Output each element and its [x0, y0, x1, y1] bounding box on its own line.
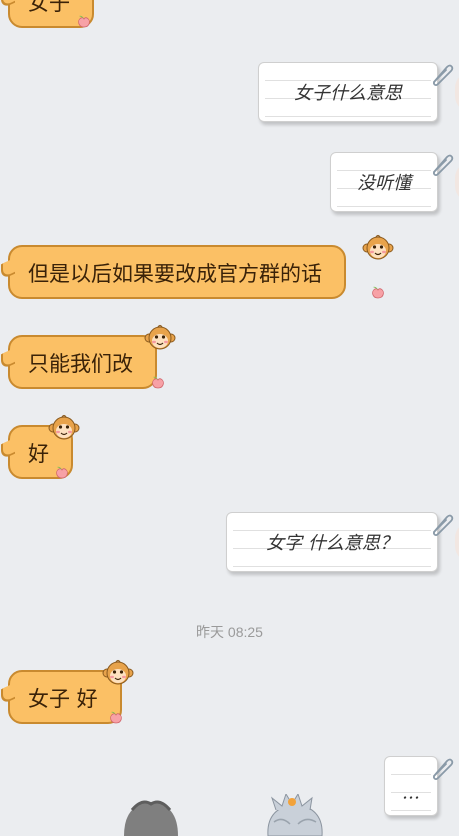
paperclip-icon	[428, 62, 454, 88]
outgoing-bubble[interactable]: 女字 什么意思？	[226, 512, 438, 572]
paperclip-icon	[428, 756, 454, 782]
message-text: 只能我们改	[28, 352, 133, 376]
character-avatar-spiky	[267, 794, 323, 836]
avatar[interactable]	[455, 72, 459, 112]
peach-icon	[54, 465, 70, 479]
paperclip-icon	[428, 152, 454, 178]
monkey-sticker-icon	[102, 658, 134, 690]
monkey-sticker-icon	[362, 233, 394, 265]
character-avatar-grey	[124, 800, 178, 836]
monkey-sticker-icon	[144, 323, 176, 355]
incoming-bubble[interactable]: 但是以后如果要改成官方群的话	[8, 245, 346, 299]
timestamp: 昨天 08:25	[196, 624, 263, 640]
outgoing-bubble[interactable]: 女子什么意思	[258, 62, 438, 122]
message-text: 没听懂	[357, 173, 411, 194]
peach-icon	[108, 710, 124, 724]
incoming-bubble[interactable]: 只能我们改	[8, 335, 157, 389]
message-text: …	[402, 782, 420, 804]
outgoing-bubble[interactable]: 没听懂	[330, 152, 438, 212]
message-text: 女字 什么意思？	[266, 533, 398, 554]
avatar[interactable]	[455, 162, 459, 202]
peach-icon	[150, 375, 166, 389]
peach-icon	[76, 14, 92, 28]
message-text: 但是以后如果要改成官方群的话	[28, 262, 322, 286]
message-text: 女子	[28, 0, 70, 15]
monkey-sticker-icon	[48, 413, 80, 445]
paperclip-icon	[428, 512, 454, 538]
peach-icon	[370, 285, 386, 299]
message-text: 女子什么意思	[294, 83, 402, 104]
message-text: 好	[28, 442, 49, 466]
message-text: 女子 好	[28, 687, 98, 711]
avatar[interactable]	[455, 522, 459, 562]
